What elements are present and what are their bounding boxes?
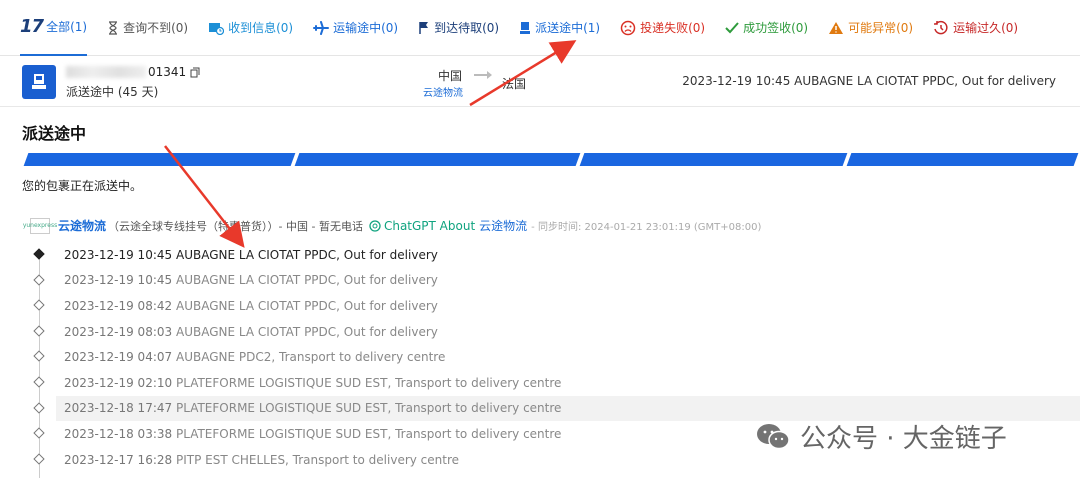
timeline-dot-icon (33, 453, 45, 465)
timeline-event[interactable]: 2023-12-19 10:45 AUBAGNE LA CIOTAT PPDC,… (0, 242, 1080, 268)
timeline-event[interactable]: 2023-12-19 08:42 AUBAGNE LA CIOTAT PPDC,… (0, 293, 1080, 319)
event-time: 2023-12-19 04:07 (64, 350, 173, 365)
warning-icon (828, 21, 844, 35)
package-summary-row[interactable]: 01341 派送途中 (45 天) 中国 云途物流 法国 2023-12-19 … (0, 57, 1080, 107)
tab-exception[interactable]: 可能异常(0) (828, 0, 913, 56)
watermark-text: 公众号 · 大金链子 (800, 424, 1007, 454)
check-icon (725, 21, 739, 34)
event-description: PLATEFORME LOGISTIQUE SUD EST, Transport… (176, 375, 562, 390)
progress-segment (846, 153, 1079, 166)
tab-pickup[interactable]: 到达待取(0) (418, 0, 499, 56)
tracking-number: 01341 (66, 65, 200, 79)
event-time: 2023-12-19 08:42 (64, 298, 173, 313)
progress-bar (22, 153, 1080, 166)
event-description: AUBAGNE LA CIOTAT PPDC, Out for delivery (176, 247, 438, 262)
tab-notfound[interactable]: 查询不到(0) (107, 0, 188, 56)
info-received-icon (208, 21, 225, 35)
timeline-event[interactable]: 2023-12-19 10:45 AUBAGNE LA CIOTAT PPDC,… (0, 268, 1080, 294)
event-description: PITP EST CHELLES, Transport to delivery … (176, 452, 460, 467)
tab-all[interactable]: 17 全部(1) (20, 0, 88, 56)
chatgpt-about-link[interactable]: ChatGPT About 云途物流 (369, 217, 527, 234)
destination-country: 法国 (502, 77, 527, 91)
tab-label: 可能异常(0) (848, 21, 914, 35)
hourglass-icon (107, 20, 119, 35)
timeline-dot-icon (33, 325, 45, 337)
chatgpt-icon (369, 219, 381, 232)
logo-17-icon: 17 (20, 16, 44, 37)
event-time: 2023-12-19 08:03 (64, 324, 173, 339)
event-time: 2023-12-19 10:45 (64, 247, 173, 262)
watermark: 公众号 · 大金链子 (756, 418, 1007, 455)
event-time: 2023-12-19 02:10 (64, 375, 173, 390)
progress-segment (294, 153, 581, 166)
status-description: 您的包裹正在派送中。 (22, 179, 143, 193)
tab-label: 收到信息(0) (228, 21, 294, 35)
timeline-dot-icon (33, 248, 45, 260)
event-time: 2023-12-18 17:47 (64, 401, 173, 416)
event-description: AUBAGNE PDC2, Transport to delivery cent… (176, 350, 446, 365)
tab-label: 全部(1) (46, 20, 88, 34)
timeline-dot-icon (33, 376, 45, 388)
carrier-info-line: yunexpress 云途物流 （云途全球专线挂号（特惠普货））- 中国 - 暂… (23, 217, 762, 234)
sync-time: - 同步时间: 2024-01-21 23:01:19 (GMT+08:00) (531, 222, 762, 233)
courier-status-icon (22, 65, 56, 99)
tab-label: 运输过久(0) (953, 21, 1019, 35)
timeline-dot-icon (33, 299, 45, 311)
origin-carrier-link[interactable]: 云途物流 (423, 84, 463, 99)
timeline-dot-icon (33, 427, 45, 439)
route-arrow-icon (474, 71, 492, 79)
progress-segment (579, 153, 848, 166)
carrier-detail: （云途全球专线挂号（特惠普货））- 中国 - 暂无电话 (108, 219, 363, 233)
progress-segment (23, 153, 296, 166)
timeline-dot-icon (33, 350, 45, 363)
tab-failed[interactable]: 投递失败(0) (620, 0, 705, 56)
timeline-event[interactable]: 2023-12-19 02:10 PLATEFORME LOGISTIQUE S… (0, 370, 1080, 396)
tab-label: 成功签收(0) (743, 21, 809, 35)
timeline-event[interactable]: 2023-12-19 08:03 AUBAGNE LA CIOTAT PPDC,… (0, 319, 1080, 345)
carrier-logo-icon: yunexpress (23, 217, 57, 234)
event-time: 2023-12-18 03:38 (64, 426, 173, 441)
copy-icon[interactable] (190, 67, 200, 78)
event-time: 2023-12-17 16:28 (64, 452, 173, 467)
status-filter-tabbar: 17 全部(1) 查询不到(0) 收到信息(0) 运输途中(0) 到达待取(0)… (0, 0, 1080, 56)
flag-icon (418, 21, 430, 35)
tab-expired[interactable]: 运输过久(0) (933, 0, 1018, 56)
event-description: AUBAGNE LA CIOTAT PPDC, Out for delivery (176, 298, 438, 313)
tab-label: 派送途中(1) (535, 21, 601, 35)
tab-inforeceived[interactable]: 收到信息(0) (208, 0, 293, 56)
clock-history-icon (933, 20, 949, 36)
tab-label: 查询不到(0) (123, 21, 189, 35)
tracking-suffix: 01341 (148, 65, 187, 79)
latest-event: 2023-12-19 10:45 AUBAGNE LA CIOTAT PPDC,… (682, 74, 1056, 88)
event-description: PLATEFORME LOGISTIQUE SUD EST, Transport… (176, 401, 562, 416)
event-description: AUBAGNE LA CIOTAT PPDC, Out for delivery (176, 273, 438, 288)
status-title: 派送途中 (22, 124, 87, 143)
event-description: AUBAGNE LA CIOTAT PPDC, Out for delivery (176, 324, 438, 339)
redacted-tracking-prefix (66, 66, 146, 78)
tab-label: 到达待取(0) (434, 21, 500, 35)
sad-face-icon (620, 20, 636, 36)
carrier-name-link[interactable]: 云途物流 (58, 217, 106, 234)
tab-intransit[interactable]: 运输途中(0) (313, 0, 398, 56)
event-description: PLATEFORME LOGISTIQUE SUD EST, Transport… (176, 426, 562, 441)
timeline-event[interactable]: 2023-12-19 04:07 AUBAGNE PDC2, Transport… (0, 344, 1080, 370)
tab-label: 投递失败(0) (640, 21, 706, 35)
airplane-icon (313, 20, 330, 35)
origin-country: 中国 (438, 69, 463, 83)
tab-delivered[interactable]: 成功签收(0) (725, 0, 808, 56)
status-days: 派送途中 (45 天) (66, 85, 159, 99)
courier-icon (519, 21, 531, 35)
timeline-dot-icon (33, 273, 45, 286)
tab-label: 运输途中(0) (333, 21, 399, 35)
event-time: 2023-12-19 10:45 (64, 273, 173, 288)
tab-outfordelivery[interactable]: 派送途中(1) (519, 0, 600, 56)
wechat-icon (756, 423, 790, 451)
timeline-dot-icon (33, 401, 45, 414)
